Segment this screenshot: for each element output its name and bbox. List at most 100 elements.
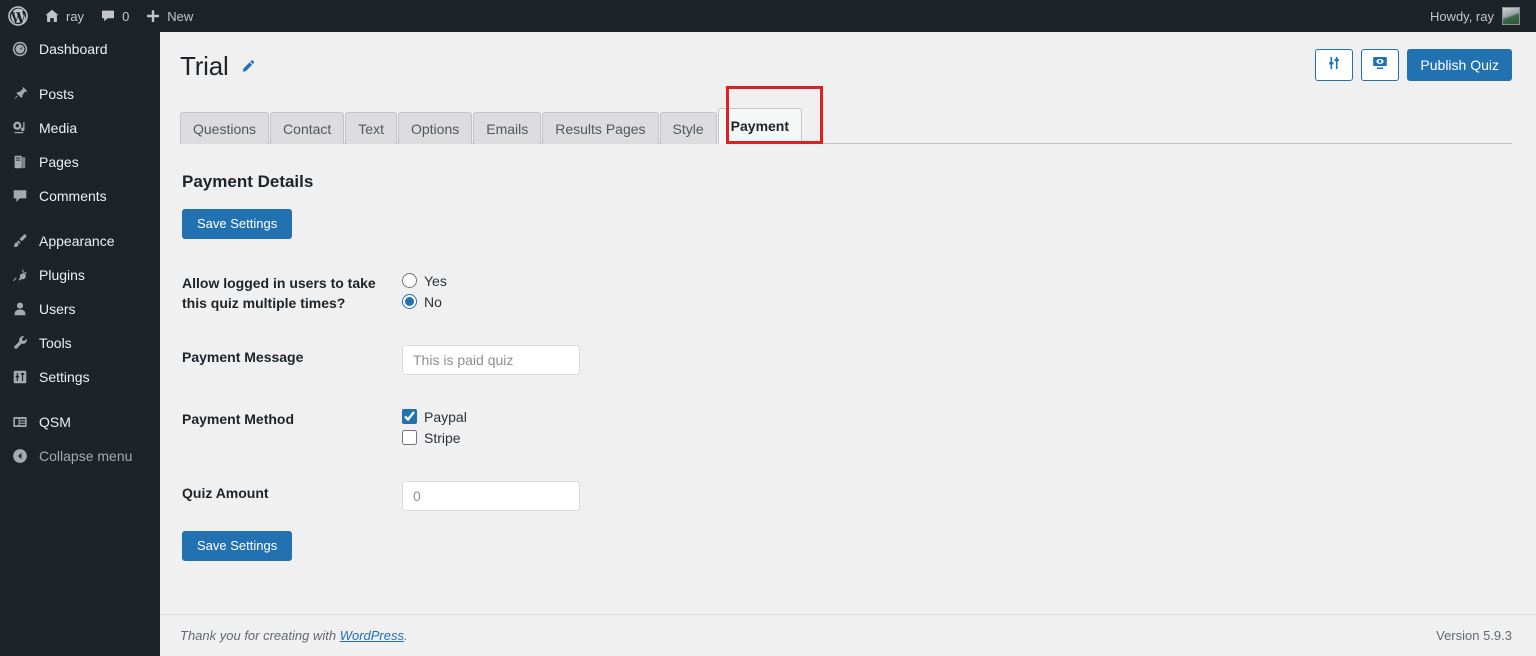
admin-bar: ray 0 New Howdy, ray [0,0,1536,32]
sidebar-item-label: Users [39,301,76,317]
sidebar-item-label: Tools [39,335,72,351]
radio-no[interactable]: No [402,292,1512,311]
sidebar-item-label: Dashboard [39,41,108,57]
sidebar-item-dashboard[interactable]: Dashboard [0,32,160,66]
sliders-icon [1325,54,1343,77]
publish-quiz-button[interactable]: Publish Quiz [1407,49,1512,81]
sidebar-item-plugins[interactable]: Plugins [0,258,160,292]
tab-payment[interactable]: Payment [717,108,803,144]
comments-menu[interactable]: 0 [92,0,137,32]
tab-text[interactable]: Text [345,112,397,144]
preview-quiz-button[interactable] [1361,49,1400,81]
sidebar-item-label: Comments [39,188,107,204]
sidebar-item-appearance[interactable]: Appearance [0,224,160,258]
site-name-label: ray [66,8,85,24]
field-control: Paypal Stripe [402,407,1512,449]
sidebar-item-settings[interactable]: Settings [0,360,160,394]
checkbox-stripe[interactable]: Stripe [402,428,1512,447]
collapse-menu-button[interactable]: Collapse menu [0,439,160,473]
field-control: Yes No [402,271,1512,313]
plugin-plug-icon [10,265,30,285]
comment-bubble-icon [10,186,30,206]
sidebar-item-media[interactable]: Media [0,111,160,145]
field-label: Allow logged in users to take this quiz … [182,275,376,311]
pencil-icon[interactable] [239,56,259,76]
save-row-bottom: Save Settings [182,531,1512,561]
section-title: Payment Details [182,172,314,191]
checkbox-paypal-input[interactable] [402,409,417,424]
wrench-icon [10,333,30,353]
tab-emails[interactable]: Emails [473,112,542,144]
save-settings-button-bottom[interactable]: Save Settings [182,531,293,561]
checkbox-paypal[interactable]: Paypal [402,407,1512,426]
sidebar-item-comments[interactable]: Comments [0,179,160,213]
plus-icon [145,8,161,24]
checkbox-paypal-label: Paypal [424,408,467,425]
sidebar-item-label: Appearance [39,233,115,249]
field-label: Payment Message [182,349,304,365]
payment-message-input[interactable] [402,345,580,375]
sidebar-item-label: Settings [39,369,90,385]
tab-options[interactable]: Options [397,112,473,144]
avatar [1502,7,1520,25]
save-settings-button-top[interactable]: Save Settings [182,209,293,239]
admin-footer: Thank you for creating with WordPress. V… [160,614,1536,656]
page-header: Trial Publish Quiz [160,32,1536,100]
field-payment-message: Payment Message [182,345,1512,375]
pages-icon [10,152,30,172]
radio-yes-input[interactable] [402,273,417,288]
field-control [402,481,1512,511]
wordpress-link[interactable]: WordPress [340,628,404,643]
quiz-amount-input[interactable] [402,481,580,511]
user-icon [10,299,30,319]
sidebar-item-label: Pages [39,154,79,170]
sidebar-item-label: Media [39,120,78,136]
sidebar-item-pages[interactable]: Pages [0,145,160,179]
sidebar-item-qsm[interactable]: QSM [0,405,160,439]
sliders-icon [10,367,30,387]
field-allow-multiple-times: Allow logged in users to take this quiz … [182,271,1512,313]
field-payment-method: Payment Method Paypal Stripe [182,407,1512,449]
header-actions: Publish Quiz [1315,49,1512,81]
footer-thanks-suffix: . [404,628,408,643]
howdy-label: Howdy, ray [1429,8,1494,24]
radio-no-input[interactable] [402,294,417,309]
tab-results-pages[interactable]: Results Pages [542,112,659,144]
account-menu[interactable]: Howdy, ray [1430,0,1536,32]
new-content-menu[interactable]: New [137,0,201,32]
collapse-menu-label: Collapse menu [39,448,133,464]
quiz-settings-button[interactable] [1315,49,1354,81]
field-control [402,345,1512,375]
tab-contact[interactable]: Contact [270,112,345,144]
radio-no-label: No [424,293,442,310]
new-content-label: New [167,8,194,24]
sidebar-item-label: Posts [39,86,75,102]
sidebar-item-users[interactable]: Users [0,292,160,326]
payment-settings-panel: Payment Details Save Settings Allow logg… [160,144,1536,561]
site-name-menu[interactable]: ray [36,0,92,32]
home-icon [44,8,60,24]
field-quiz-amount: Quiz Amount [182,481,1512,511]
field-label: Quiz Amount [182,485,269,501]
sidebar-item-label: QSM [39,414,71,430]
checkbox-stripe-input[interactable] [402,430,417,445]
wordpress-logo-menu[interactable] [0,0,36,32]
tab-style[interactable]: Style [659,112,717,144]
preview-monitor-eye-icon [1371,54,1389,77]
sidebar-item-posts[interactable]: Posts [0,77,160,111]
page-title: Trial [180,50,229,81]
dashboard-gauge-icon [10,39,30,59]
sidebar-item-tools[interactable]: Tools [0,326,160,360]
chevron-left-circle-icon [10,446,30,466]
pin-icon [10,84,30,104]
radio-yes[interactable]: Yes [402,271,1512,290]
tab-questions[interactable]: Questions [180,112,270,144]
paintbrush-icon [10,231,30,251]
comments-count: 0 [122,8,130,24]
main-content: Trial Publish Quiz Questions Contact Tex… [160,32,1536,656]
wordpress-logo-icon [8,6,28,26]
quiz-tabs: Questions Contact Text Options Emails Re… [180,86,1512,144]
